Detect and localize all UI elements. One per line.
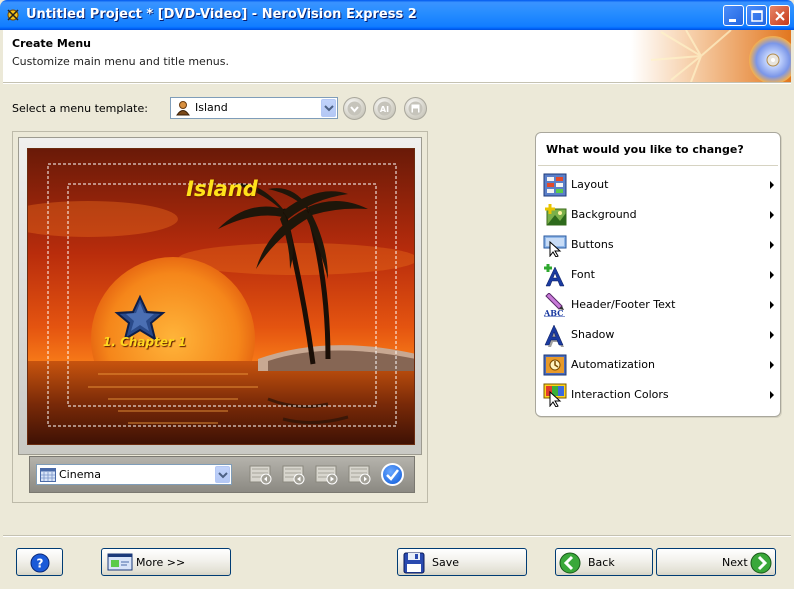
download-icon [347, 101, 362, 116]
menu-item-label: Layout [571, 178, 609, 191]
menu-item-layout[interactable]: Layout [542, 172, 776, 198]
panel-title: What would you like to change? [546, 143, 744, 156]
submenu-arrow-icon [770, 181, 774, 189]
menu-item-header-footer-text[interactable]: ABC Header/Footer Text [542, 292, 776, 318]
aspect-dropdown-arrow[interactable] [215, 466, 230, 483]
submenu-arrow-icon [770, 271, 774, 279]
template-dropdown-arrow[interactable] [321, 99, 336, 117]
menu-preview-frame: Island 1. Chapter 1 Cinema [12, 131, 428, 503]
menu-title-text[interactable]: Island [28, 177, 414, 201]
preview-control-bar: Cinema [29, 456, 415, 493]
last-page-icon[interactable] [348, 464, 373, 486]
svg-text:?: ? [37, 557, 44, 571]
menu-item-interaction-colors[interactable]: Interaction Colors [542, 382, 776, 408]
panel-divider [538, 165, 778, 166]
play-icon[interactable] [315, 464, 340, 486]
template-download-button[interactable] [343, 97, 366, 120]
floppy-disk-icon [403, 552, 425, 574]
svg-text:ABC: ABC [543, 308, 563, 317]
checkmark-icon [386, 469, 399, 481]
more-button[interactable]: More >> [101, 548, 231, 576]
disk-icon [408, 101, 423, 116]
back-arrow-icon [559, 552, 581, 574]
maximize-button[interactable] [746, 5, 767, 26]
chevron-down-icon [218, 472, 228, 479]
next-arrow-icon [750, 552, 772, 574]
submenu-arrow-icon [770, 361, 774, 369]
template-value: Island [195, 101, 228, 114]
menu-item-label: Shadow [571, 328, 615, 341]
maximize-icon [751, 10, 763, 22]
help-icon: ? [30, 553, 50, 573]
save-button[interactable]: Save [397, 548, 527, 576]
previous-page-icon[interactable] [282, 464, 307, 486]
interaction-colors-icon [543, 383, 567, 407]
more-button-label: More >> [136, 556, 186, 569]
nero-banner-graphic [631, 30, 791, 82]
next-button-label: Next [722, 556, 748, 569]
background-icon [545, 204, 567, 226]
automatization-icon [543, 354, 567, 376]
calendar-grid-icon [40, 468, 56, 482]
next-button[interactable]: Next [656, 548, 776, 576]
menu-preview-image[interactable]: Island 1. Chapter 1 [27, 148, 415, 445]
menu-item-automatization[interactable]: Automatization [542, 352, 776, 378]
menu-item-label: Header/Footer Text [571, 298, 676, 311]
aspect-value: Cinema [59, 468, 101, 481]
header-divider [3, 82, 791, 84]
submenu-arrow-icon [770, 331, 774, 339]
menu-item-label: Interaction Colors [571, 388, 669, 401]
save-button-label: Save [432, 556, 460, 569]
nero-app-icon [7, 9, 19, 21]
svg-text:AI: AI [380, 105, 389, 114]
menu-item-label: Automatization [571, 358, 655, 371]
change-options-panel: What would you like to change? Layout Ba… [535, 132, 781, 417]
template-label: Select a menu template: [12, 102, 148, 115]
back-button-label: Back [588, 556, 615, 569]
menu-item-label: Background [571, 208, 637, 221]
submenu-arrow-icon [770, 391, 774, 399]
menu-item-buttons[interactable]: Buttons [542, 232, 776, 258]
window-title: Untitled Project * [DVD-Video] - NeroVis… [26, 7, 417, 22]
template-ai-button[interactable]: AI [373, 97, 396, 120]
chevron-down-icon [324, 105, 334, 112]
more-options-icon [107, 553, 133, 571]
submenu-arrow-icon [770, 211, 774, 219]
layout-icon [543, 173, 567, 197]
shadow-icon [544, 324, 564, 347]
template-save-button[interactable] [404, 97, 427, 120]
minimize-icon [729, 19, 736, 22]
buttons-icon [543, 235, 567, 257]
footer-divider [3, 535, 791, 537]
apply-button[interactable] [381, 463, 404, 486]
header-footer-text-icon: ABC [543, 293, 565, 317]
menu-item-background[interactable]: Background [542, 202, 776, 228]
preview-monitor: Island 1. Chapter 1 [18, 137, 422, 455]
minimize-button[interactable] [723, 5, 744, 26]
close-button[interactable] [769, 5, 790, 26]
menu-item-label: Font [571, 268, 595, 281]
page-subtitle: Customize main menu and title menus. [12, 55, 229, 68]
font-icon [544, 264, 565, 287]
page-title: Create Menu [12, 37, 91, 50]
aspect-dropdown[interactable]: Cinema [36, 464, 232, 485]
wizard-header: Create Menu Customize main menu and titl… [3, 30, 791, 82]
menu-item-font[interactable]: Font [542, 262, 776, 288]
first-page-icon[interactable] [249, 464, 274, 486]
help-button[interactable]: ? [16, 548, 63, 576]
menu-item-shadow[interactable]: Shadow [542, 322, 776, 348]
menu-item-label: Buttons [571, 238, 614, 251]
submenu-arrow-icon [770, 301, 774, 309]
chapter-button-label[interactable]: 1. Chapter 1 [103, 335, 186, 349]
template-person-icon [176, 101, 190, 116]
back-button[interactable]: Back [555, 548, 653, 576]
ai-icon: AI [377, 101, 392, 116]
submenu-arrow-icon [770, 241, 774, 249]
close-icon [775, 11, 785, 21]
title-bar: Untitled Project * [DVD-Video] - NeroVis… [0, 0, 794, 30]
template-dropdown[interactable]: Island [170, 97, 338, 119]
